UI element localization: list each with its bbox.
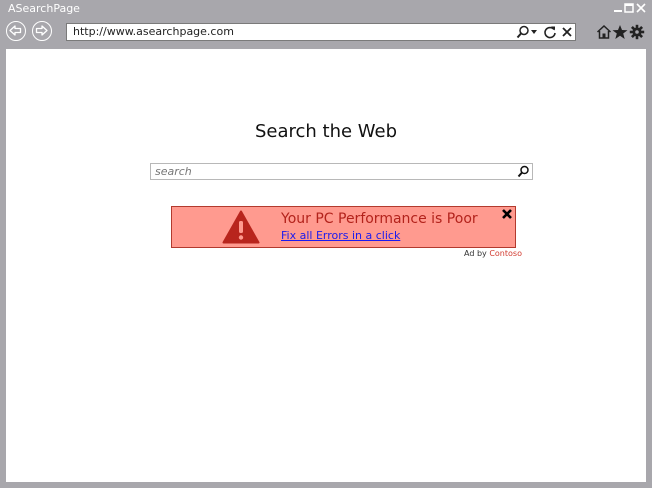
home-icon[interactable] bbox=[596, 24, 612, 40]
forward-button[interactable] bbox=[32, 21, 52, 41]
search-icon[interactable] bbox=[516, 25, 530, 39]
address-text[interactable]: http://www.asearchpage.com bbox=[73, 25, 234, 38]
search-input[interactable] bbox=[155, 164, 510, 179]
warning-icon bbox=[222, 210, 260, 244]
ad-banner[interactable]: Your PC Performance is Poor Fix all Erro… bbox=[171, 206, 516, 248]
ad-link[interactable]: Fix all Errors in a click bbox=[281, 229, 400, 242]
page-content bbox=[6, 49, 646, 482]
page-title: Search the Web bbox=[254, 121, 398, 142]
ad-attribution: Ad by Contoso bbox=[464, 249, 522, 258]
ad-title[interactable]: Your PC Performance is Poor bbox=[281, 211, 478, 227]
refresh-icon[interactable] bbox=[543, 25, 557, 39]
maximize-icon[interactable] bbox=[624, 2, 634, 14]
search-box[interactable] bbox=[150, 163, 533, 180]
gear-icon[interactable] bbox=[629, 24, 645, 40]
title-bar: ASearchPage bbox=[0, 0, 652, 18]
window-title: ASearchPage bbox=[8, 2, 80, 15]
close-window-icon[interactable] bbox=[636, 2, 646, 14]
ad-brand-link[interactable]: Contoso bbox=[489, 249, 522, 258]
back-button[interactable] bbox=[6, 21, 26, 41]
minimize-icon[interactable] bbox=[613, 2, 623, 14]
forward-arrow-icon bbox=[35, 25, 48, 36]
address-bar[interactable]: http://www.asearchpage.com bbox=[66, 23, 576, 41]
ad-close-icon[interactable] bbox=[501, 208, 513, 220]
star-icon[interactable] bbox=[612, 24, 628, 40]
close-icon[interactable] bbox=[560, 25, 574, 39]
ad-attribution-prefix: Ad by bbox=[464, 249, 490, 258]
chevron-down-icon[interactable] bbox=[530, 25, 538, 39]
back-arrow-icon bbox=[9, 25, 22, 36]
search-button-icon[interactable] bbox=[516, 165, 530, 178]
